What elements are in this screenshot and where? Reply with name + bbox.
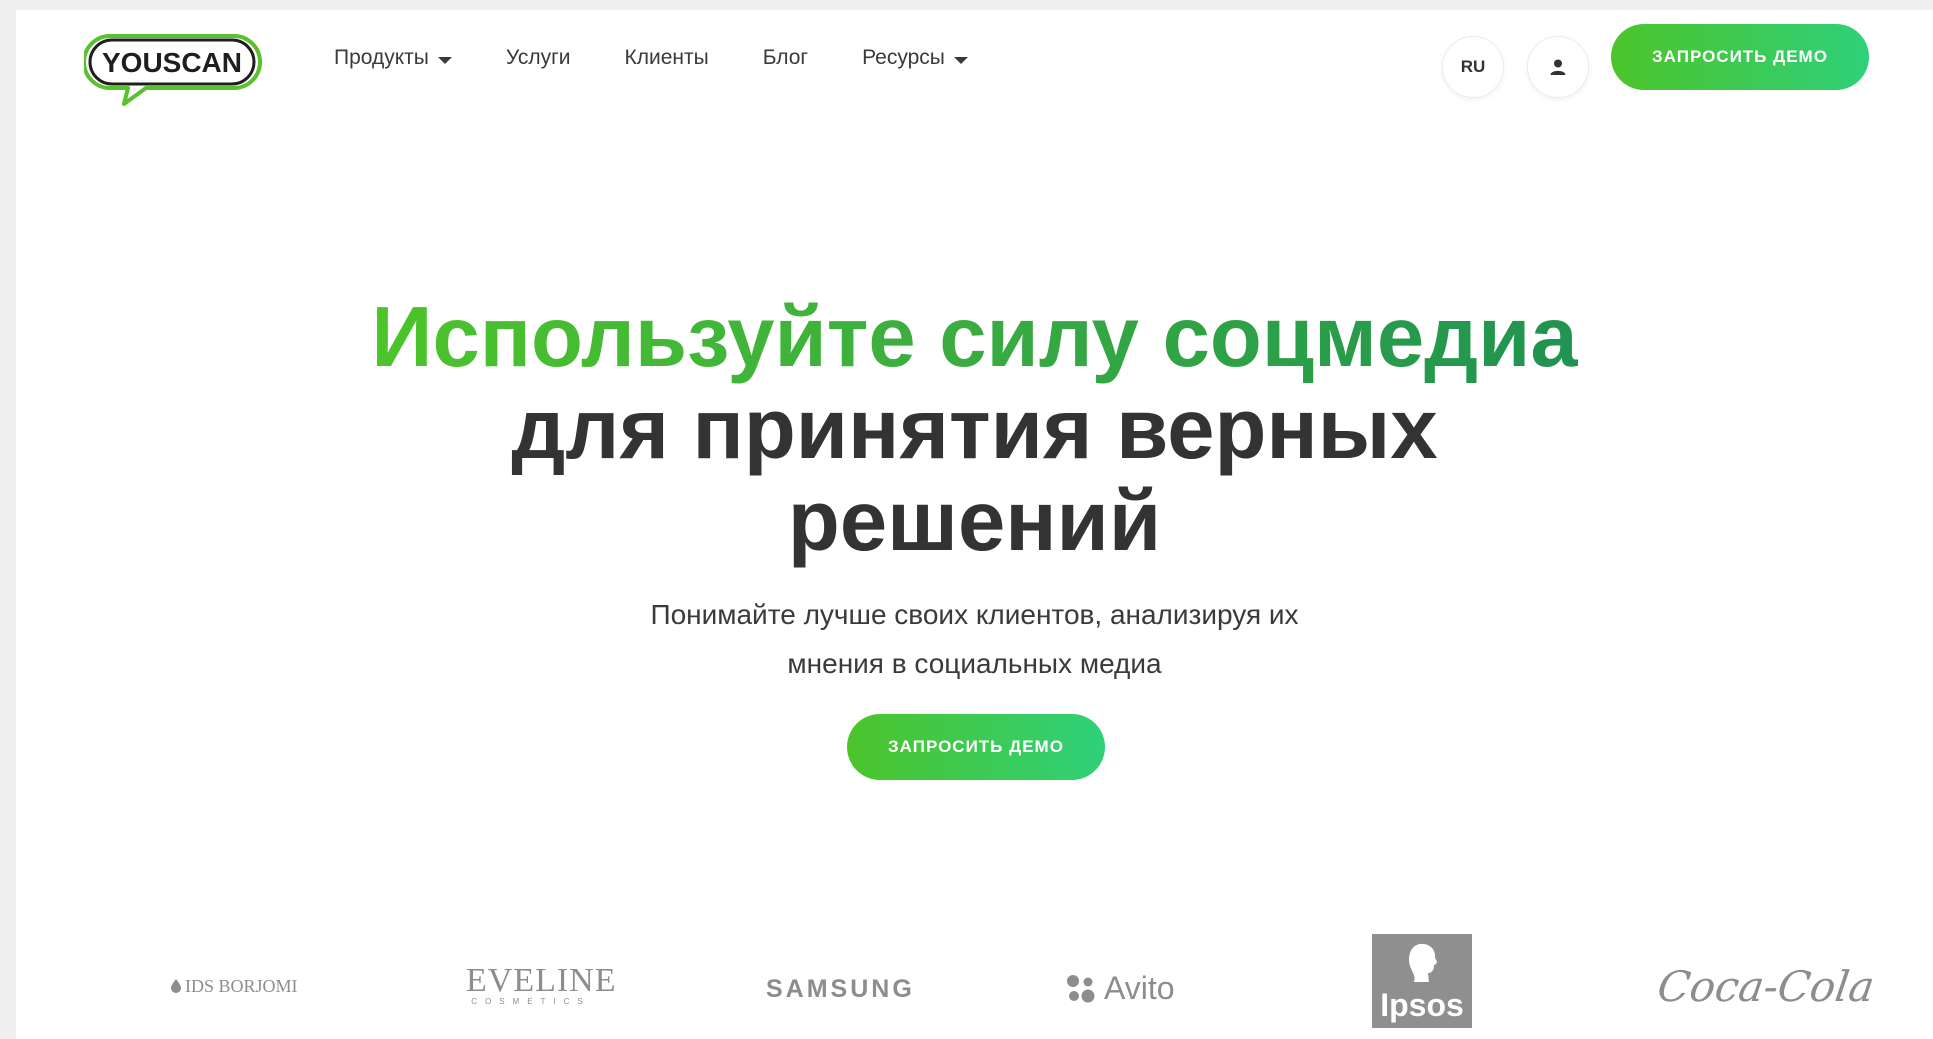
hero-subtitle: Понимайте лучше своих клиентов, анализир… [16, 590, 1933, 688]
language-label: RU [1460, 57, 1486, 76]
hero-title: Используйте силу соцмедиа для принятия в… [16, 292, 1933, 568]
caret-down-icon [953, 56, 968, 64]
cta-label: ЗАПРОСИТЬ ДЕМО [888, 737, 1064, 756]
brand-text: SAMSUNG [766, 975, 915, 1003]
brand-text: IDS BORJOMI [185, 976, 298, 996]
hero-title-line3: решений [787, 474, 1162, 569]
avito-dots-icon [1067, 974, 1095, 1002]
brand-subtext: COSMETICS [471, 997, 591, 1006]
hero-title-accent: Используйте силу соцмедиа [371, 290, 1578, 385]
logo-ipsos: Ipsos [1372, 934, 1472, 1028]
logo-eveline: EVELINE COSMETICS [466, 962, 617, 1007]
ipsos-head-icon [1409, 943, 1437, 982]
logo-text: YOUSCAN [102, 47, 242, 78]
caret-down-icon [437, 56, 452, 64]
logo-samsung: SAMSUNG [766, 975, 915, 1004]
nav-item-blog[interactable]: Блог [763, 46, 808, 70]
brand-text: Ipsos [1380, 987, 1464, 1023]
nav-item-label: Клиенты [624, 46, 709, 69]
logo-coca-cola: Coca-Cola [1655, 962, 1878, 1011]
nav-item-label: Блог [762, 46, 809, 69]
logo-borjomi: IDS BORJOMI [170, 976, 298, 997]
brand-text: EVELINE [466, 962, 617, 999]
hero-subtitle-line1: Понимайте лучше своих клиентов, анализир… [650, 599, 1299, 630]
logo-speech-bubble-icon: YOUSCAN [84, 34, 262, 106]
user-icon [1550, 59, 1566, 75]
brand-text: Avito [1104, 970, 1175, 1006]
nav-item-label: Услуги [505, 46, 571, 69]
borjomi-emblem-icon [171, 979, 181, 993]
youscan-logo[interactable]: YOUSCAN [84, 30, 264, 106]
request-demo-button-hero[interactable]: ЗАПРОСИТЬ ДЕМО [847, 714, 1105, 780]
main-nav: Продукты Услуги Клиенты Блог Ресурсы [334, 46, 1022, 70]
hero-subtitle-line2: мнения в социальных медиа [787, 648, 1162, 679]
request-demo-button-header[interactable]: ЗАПРОСИТЬ ДЕМО [1611, 24, 1869, 90]
nav-item-resources[interactable]: Ресурсы [862, 46, 968, 70]
brand-text: Coca-Cola [1654, 962, 1878, 1011]
hero-title-line2: для принятия верных [511, 382, 1438, 477]
nav-item-clients[interactable]: Клиенты [624, 46, 708, 70]
site-header: YOUSCAN Продукты Услуги Клиенты Блог Рес… [16, 10, 1933, 106]
nav-item-products[interactable]: Продукты [334, 46, 452, 70]
cta-label: ЗАПРОСИТЬ ДЕМО [1652, 47, 1828, 66]
language-switcher[interactable]: RU [1442, 36, 1504, 98]
nav-item-label: Продукты [334, 46, 429, 69]
nav-item-services[interactable]: Услуги [506, 46, 571, 70]
account-button[interactable] [1527, 36, 1589, 98]
nav-item-label: Ресурсы [862, 46, 945, 69]
logo-avito: Avito [1066, 970, 1175, 1007]
page: YOUSCAN Продукты Услуги Клиенты Блог Рес… [16, 10, 1933, 1039]
client-logos: IDS BORJOMI EVELINE COSMETICS SAMSUNG Av… [16, 930, 1933, 1039]
